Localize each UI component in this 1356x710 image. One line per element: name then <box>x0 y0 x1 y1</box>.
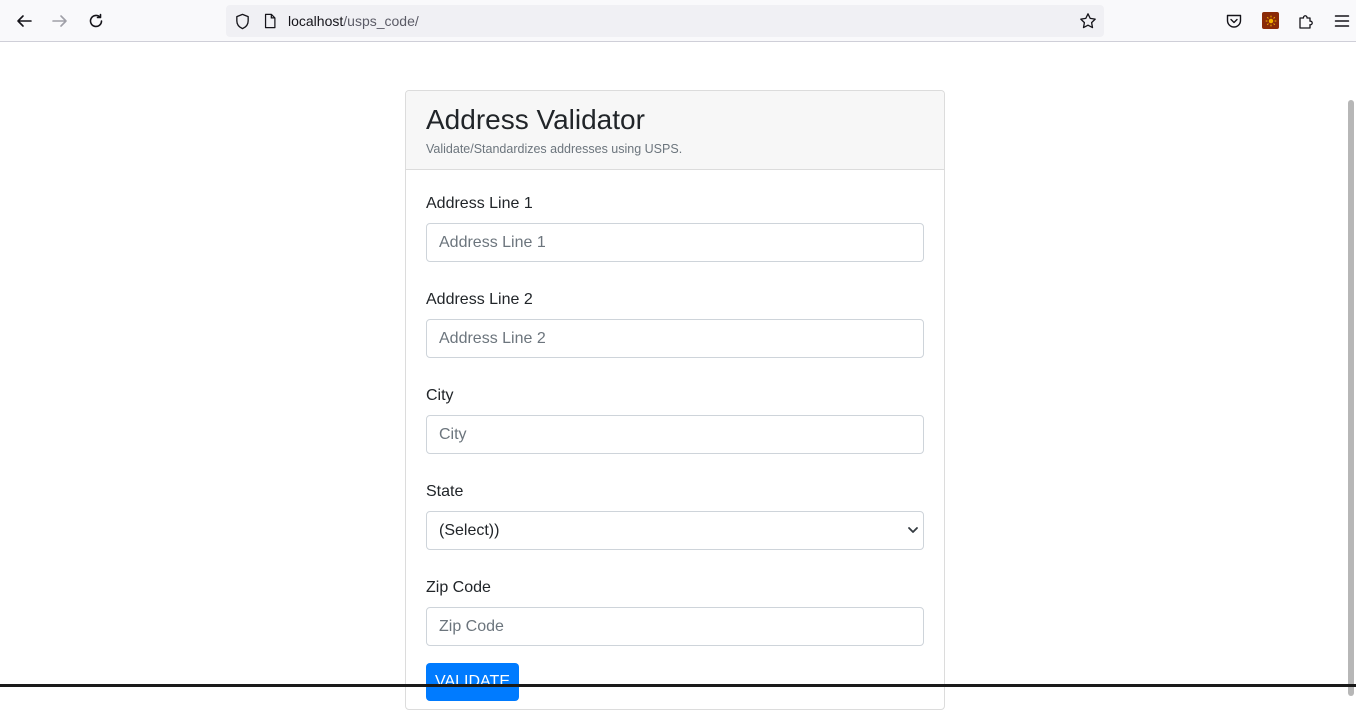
menu-button[interactable] <box>1326 5 1356 37</box>
extension-sun-icon[interactable] <box>1262 12 1279 29</box>
validate-button[interactable]: VALIDATE <box>426 663 519 701</box>
puzzle-icon <box>1299 15 1313 29</box>
page-icon[interactable] <box>261 12 279 30</box>
page-subtitle: Validate/Standardizes addresses using US… <box>426 142 683 156</box>
page-title: Address Validator <box>426 104 645 135</box>
card-header: Address Validator Validate/Standardizes … <box>406 91 944 170</box>
url-text[interactable]: localhost/usps_code/ <box>288 13 419 29</box>
forward-arrow-icon <box>52 15 67 27</box>
reload-button[interactable] <box>80 5 112 37</box>
address2-input[interactable]: Address Line 2 <box>426 319 924 358</box>
pocket-button[interactable] <box>1218 5 1250 37</box>
address1-group: Address Line 1 Address Line 1 <box>426 194 924 262</box>
address1-input[interactable]: Address Line 1 <box>426 223 924 262</box>
address2-group: Address Line 2 Address Line 2 <box>426 290 924 358</box>
reload-icon <box>89 13 103 28</box>
extensions-button[interactable] <box>1290 5 1322 37</box>
zip-input[interactable]: Zip Code <box>426 607 924 646</box>
back-button[interactable] <box>8 5 40 37</box>
back-arrow-icon <box>17 15 32 27</box>
state-select[interactable]: (Select)) <box>426 511 924 550</box>
address2-label: Address Line 2 <box>426 291 533 308</box>
address-bar[interactable]: localhost/usps_code/ <box>226 5 1104 37</box>
forward-button[interactable] <box>44 5 76 37</box>
browser-toolbar: localhost/usps_code/ <box>0 0 1356 42</box>
state-selected-value: (Select)) <box>439 522 500 539</box>
chevron-down-icon <box>908 527 918 533</box>
page-scrollbar[interactable] <box>1346 42 1356 696</box>
city-label: City <box>426 387 454 404</box>
address-form: Address Line 1 Address Line 1 Address Li… <box>406 170 944 701</box>
address1-label: Address Line 1 <box>426 195 533 212</box>
bookmark-star-icon[interactable] <box>1079 12 1097 30</box>
city-group: City City <box>426 386 924 454</box>
url-path: /usps_code/ <box>343 13 419 29</box>
pocket-icon <box>1226 14 1242 28</box>
shield-icon[interactable] <box>233 12 251 30</box>
scrollbar-thumb[interactable] <box>1348 100 1354 696</box>
hamburger-menu-icon <box>1334 15 1350 27</box>
address-validator-card: Address Validator Validate/Standardizes … <box>405 90 945 710</box>
state-label: State <box>426 483 464 500</box>
zip-group: Zip Code Zip Code <box>426 578 924 646</box>
state-group: State (Select)) <box>426 482 924 550</box>
zip-label: Zip Code <box>426 579 491 596</box>
url-host: localhost <box>288 13 344 29</box>
city-input[interactable]: City <box>426 415 924 454</box>
